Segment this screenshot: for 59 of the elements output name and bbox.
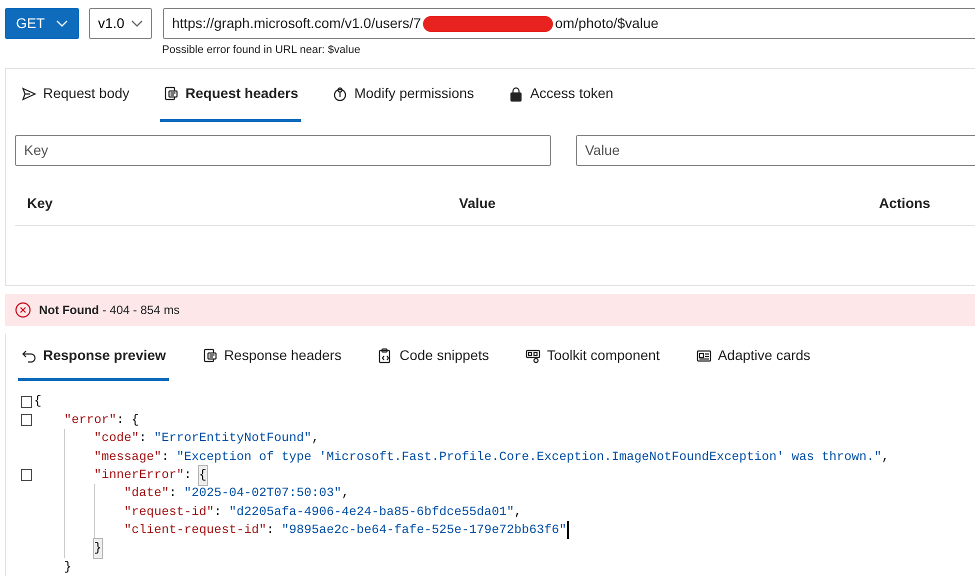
code-token: "request-id"	[124, 504, 214, 521]
tab[interactable]: Access token	[505, 68, 616, 122]
code-token: :	[184, 466, 193, 484]
tab[interactable]: Modify permissions	[329, 68, 478, 122]
code-token: : {	[116, 412, 140, 429]
column-header: Actions	[878, 194, 930, 212]
value-field[interactable]: Value	[576, 134, 975, 166]
code-token: "Exception of type 'Microsoft.Fast.Profile.Core.Exception.ImageNotFoundException' was thrown."	[176, 448, 882, 466]
error-icon	[15, 302, 31, 318]
tab[interactable]: Code snippets	[374, 334, 492, 380]
undo-arrow-icon	[21, 348, 37, 364]
code-token: "date"	[124, 485, 170, 502]
code-token: }	[94, 539, 102, 558]
version-dropdown[interactable]: v1.0	[89, 8, 152, 39]
chevron-icon	[56, 20, 68, 28]
document-icon	[202, 348, 218, 364]
code-token: "d2205afa-4906-4e24-ba85-6bfdce55da01"	[229, 504, 514, 521]
column-header: Key	[26, 194, 54, 213]
document-icon	[163, 86, 180, 102]
status-message: Not Found - 404 - 854 ms	[39, 302, 180, 318]
send-icon	[21, 86, 37, 102]
code-token: "code"	[94, 430, 140, 448]
code-token: "innerError"	[94, 466, 184, 484]
code-token: "client-request-id"	[124, 522, 267, 540]
tab[interactable]: Request headers	[160, 68, 302, 122]
padlock-icon	[508, 86, 524, 102]
key-field[interactable]: Key	[15, 134, 551, 166]
code-token: :	[214, 504, 223, 521]
code-token: :	[169, 485, 178, 502]
code-token: {	[199, 466, 207, 485]
url-field[interactable]: https://graph.microsoft.com/v1.0/users/7 om/photo/$value	[163, 8, 975, 39]
code-token: "ErrorEntityNotFound"	[154, 430, 312, 448]
code-token: :	[139, 430, 148, 448]
column-header: Value	[458, 194, 497, 212]
tab[interactable]: Adaptive cards	[692, 334, 814, 380]
fold-toggle[interactable]	[21, 414, 32, 426]
method-dropdown[interactable]: GET	[5, 8, 79, 39]
tab[interactable]: Request body	[18, 68, 132, 122]
code-token: ,	[882, 448, 890, 466]
code-token: "error"	[64, 412, 117, 429]
code-token: ,	[342, 485, 350, 502]
code-token: ,	[312, 430, 320, 448]
fold-toggle[interactable]	[21, 469, 32, 482]
card-icon	[696, 348, 712, 364]
url-warning: Possible error found in URL near: $value	[162, 43, 362, 58]
code-token: ,	[514, 504, 522, 521]
code-token: "9895ae2c-be64-fafe-525e-179e72bb63f6"	[282, 522, 567, 540]
chevron-icon	[131, 20, 143, 28]
tab[interactable]: Response headers	[198, 334, 344, 380]
code-token: {	[34, 393, 42, 410]
fold-toggle[interactable]	[21, 396, 32, 408]
code-token: "2025-04-02T07:50:03"	[184, 485, 342, 502]
code-token: :	[266, 522, 276, 540]
tab[interactable]: Toolkit component	[522, 334, 663, 380]
code-token: :	[162, 448, 170, 466]
toolkit-icon	[524, 348, 541, 364]
tab[interactable]: Response preview	[18, 334, 169, 380]
code-token: "message"	[94, 448, 162, 466]
code-token: }	[64, 558, 72, 576]
